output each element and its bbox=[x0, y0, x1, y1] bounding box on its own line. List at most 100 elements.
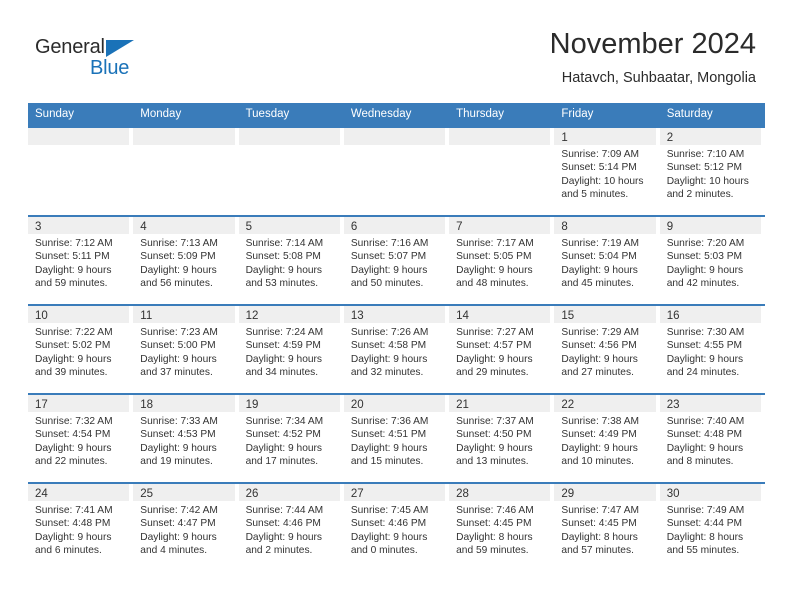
day-cell-26[interactable]: 26 Sunrise: 7:44 AM Sunset: 4:46 PM Dayligh… bbox=[238, 484, 344, 571]
sunrise-line: Sunrise: 7:45 AM bbox=[350, 505, 429, 516]
sunset-line: Sunset: 4:56 PM bbox=[561, 340, 637, 352]
daylight-line-cont: and 34 minutes. bbox=[245, 367, 319, 379]
sunrise-line: Sunrise: 7:44 AM bbox=[245, 505, 324, 516]
daylight-line-cont: and 17 minutes. bbox=[245, 456, 319, 468]
daylight-line: Daylight: 9 hours bbox=[350, 353, 428, 365]
day-cell-empty bbox=[449, 128, 554, 215]
day-cell-6[interactable]: 6 Sunrise: 7:16 AM Sunset: 5:07 PM Daylight… bbox=[343, 217, 449, 304]
day-cell-8[interactable]: 8 Sunrise: 7:19 AM Sunset: 5:04 PM Daylight… bbox=[554, 217, 659, 304]
day-number: 23 bbox=[666, 399, 680, 411]
weekday-header-thursday: Thursday bbox=[456, 108, 505, 120]
day-cell-10[interactable]: 10 Sunrise: 7:22 AM Sunset: 5:02 PM Dayligh… bbox=[28, 306, 133, 393]
daylight-line-cont: and 10 minutes. bbox=[561, 456, 634, 468]
sunrise-line: Sunrise: 7:29 AM bbox=[561, 327, 639, 338]
day-details: Sunrise: 7:13 AM Sunset: 5:09 PM Daylight:… bbox=[133, 234, 234, 291]
day-number: 5 bbox=[245, 221, 252, 233]
sunset-line: Sunset: 4:51 PM bbox=[350, 429, 427, 441]
daylight-line: Daylight: 9 hours bbox=[561, 442, 638, 454]
day-number: 14 bbox=[456, 310, 469, 322]
day-number-band: 18 bbox=[133, 395, 235, 412]
day-details: Sunrise: 7:12 AM Sunset: 5:11 PM Daylight:… bbox=[28, 234, 129, 291]
daylight-line-cont: and 32 minutes. bbox=[350, 367, 424, 379]
day-number: 21 bbox=[456, 399, 469, 411]
day-number-band: 12 bbox=[238, 306, 340, 323]
day-cell-2[interactable]: 2 Sunrise: 7:10 AM Sunset: 5:12 PM Daylight… bbox=[659, 128, 765, 215]
day-number-band: 6 bbox=[343, 217, 446, 234]
daylight-line: Daylight: 9 hours bbox=[140, 442, 217, 454]
daylight-line-cont: and 48 minutes. bbox=[456, 278, 529, 290]
day-cell-1[interactable]: 1 Sunrise: 7:09 AM Sunset: 5:14 PM Daylight… bbox=[554, 128, 659, 215]
day-cell-23[interactable]: 23 Sunrise: 7:40 AM Sunset: 4:48 PM Dayligh… bbox=[659, 395, 765, 482]
sunset-line: Sunset: 4:45 PM bbox=[456, 518, 532, 530]
day-details: Sunrise: 7:14 AM Sunset: 5:08 PM Daylight:… bbox=[239, 234, 340, 291]
day-cell-12[interactable]: 12 Sunrise: 7:24 AM Sunset: 4:59 PM Dayligh… bbox=[238, 306, 344, 393]
sunset-line: Sunset: 4:46 PM bbox=[245, 518, 321, 530]
day-number: 27 bbox=[350, 488, 364, 500]
day-cell-27[interactable]: 27 Sunrise: 7:45 AM Sunset: 4:46 PM Dayligh… bbox=[343, 484, 449, 571]
day-cell-4[interactable]: 4 Sunrise: 7:13 AM Sunset: 5:09 PM Daylight… bbox=[133, 217, 238, 304]
day-number: 15 bbox=[561, 310, 575, 322]
daylight-line: Daylight: 10 hours bbox=[561, 175, 644, 187]
day-number-band: 8 bbox=[554, 217, 656, 234]
day-number-band: 17 bbox=[28, 395, 130, 412]
day-cell-24[interactable]: 24 Sunrise: 7:41 AM Sunset: 4:48 PM Dayligh… bbox=[28, 484, 133, 571]
logo-text-blue: Blue bbox=[90, 57, 130, 79]
sunrise-line: Sunrise: 7:19 AM bbox=[561, 238, 639, 249]
day-number: 25 bbox=[140, 488, 154, 500]
calendar-week-row: 17 Sunrise: 7:32 AM Sunset: 4:54 PM Dayligh… bbox=[28, 393, 765, 482]
day-cell-28[interactable]: 28 Sunrise: 7:46 AM Sunset: 4:45 PM Dayligh… bbox=[449, 484, 554, 571]
generalblue-logo[interactable]: General Blue bbox=[35, 36, 165, 84]
day-number-band: 22 bbox=[554, 395, 656, 412]
daylight-line: Daylight: 9 hours bbox=[140, 531, 217, 543]
day-cell-21[interactable]: 21 Sunrise: 7:37 AM Sunset: 4:50 PM Dayligh… bbox=[449, 395, 554, 482]
weekday-header-wednesday: Wednesday bbox=[350, 108, 412, 120]
day-cell-15[interactable]: 15 Sunrise: 7:29 AM Sunset: 4:56 PM Dayligh… bbox=[554, 306, 659, 393]
day-cell-3[interactable]: 3 Sunrise: 7:12 AM Sunset: 5:11 PM Daylight… bbox=[28, 217, 133, 304]
day-number-band: 1 bbox=[554, 128, 656, 145]
day-cell-19[interactable]: 19 Sunrise: 7:34 AM Sunset: 4:52 PM Dayligh… bbox=[238, 395, 344, 482]
sunset-line: Sunset: 4:50 PM bbox=[456, 429, 532, 441]
day-number-band: 11 bbox=[133, 306, 235, 323]
weekday-header-row: Sunday Monday Tuesday Wednesday Thursday Frid… bbox=[28, 103, 765, 126]
daylight-line: Daylight: 8 hours bbox=[666, 531, 744, 543]
sunrise-line: Sunrise: 7:47 AM bbox=[561, 505, 639, 516]
day-cell-16[interactable]: 16 Sunrise: 7:30 AM Sunset: 4:55 PM Dayligh… bbox=[659, 306, 765, 393]
sunset-line: Sunset: 4:54 PM bbox=[35, 429, 111, 441]
day-cell-18[interactable]: 18 Sunrise: 7:33 AM Sunset: 4:53 PM Dayligh… bbox=[133, 395, 238, 482]
day-number-band: 2 bbox=[659, 128, 761, 145]
daylight-line: Daylight: 9 hours bbox=[666, 353, 744, 365]
day-cell-17[interactable]: 17 Sunrise: 7:32 AM Sunset: 4:54 PM Dayligh… bbox=[28, 395, 133, 482]
day-details: Sunrise: 7:37 AM Sunset: 4:50 PM Daylight:… bbox=[449, 412, 550, 469]
daylight-line: Daylight: 9 hours bbox=[245, 353, 323, 365]
day-details: Sunrise: 7:44 AM Sunset: 4:46 PM Daylight:… bbox=[239, 501, 340, 558]
sunset-line: Sunset: 5:08 PM bbox=[245, 251, 321, 263]
day-number-band bbox=[238, 128, 340, 145]
daylight-line-cont: and 6 minutes. bbox=[35, 545, 102, 557]
day-cell-30[interactable]: 30 Sunrise: 7:49 AM Sunset: 4:44 PM Dayligh… bbox=[659, 484, 765, 571]
day-number-band: 24 bbox=[28, 484, 130, 501]
daylight-line-cont: and 4 minutes. bbox=[140, 545, 208, 557]
day-cell-22[interactable]: 22 Sunrise: 7:38 AM Sunset: 4:49 PM Dayligh… bbox=[554, 395, 659, 482]
daylight-line: Daylight: 9 hours bbox=[140, 264, 217, 276]
day-cell-29[interactable]: 29 Sunrise: 7:47 AM Sunset: 4:45 PM Dayligh… bbox=[554, 484, 659, 571]
day-number: 12 bbox=[245, 310, 259, 322]
daylight-line-cont: and 45 minutes. bbox=[561, 278, 634, 290]
sunrise-line: Sunrise: 7:38 AM bbox=[561, 416, 639, 427]
day-number-band: 21 bbox=[449, 395, 551, 412]
day-cell-13[interactable]: 13 Sunrise: 7:26 AM Sunset: 4:58 PM Dayligh… bbox=[343, 306, 449, 393]
day-cell-7[interactable]: 7 Sunrise: 7:17 AM Sunset: 5:05 PM Daylight… bbox=[449, 217, 554, 304]
day-cell-20[interactable]: 20 Sunrise: 7:36 AM Sunset: 4:51 PM Dayligh… bbox=[343, 395, 449, 482]
sunrise-line: Sunrise: 7:34 AM bbox=[245, 416, 324, 427]
sunset-line: Sunset: 5:00 PM bbox=[140, 340, 216, 352]
day-number: 24 bbox=[35, 488, 48, 500]
day-number: 13 bbox=[350, 310, 364, 322]
day-number: 26 bbox=[245, 488, 259, 500]
day-cell-25[interactable]: 25 Sunrise: 7:42 AM Sunset: 4:47 PM Dayligh… bbox=[133, 484, 238, 571]
sunrise-line: Sunrise: 7:46 AM bbox=[456, 505, 534, 516]
day-cell-5[interactable]: 5 Sunrise: 7:14 AM Sunset: 5:08 PM Daylight… bbox=[238, 217, 344, 304]
day-cell-9[interactable]: 9 Sunrise: 7:20 AM Sunset: 5:03 PM Daylight… bbox=[659, 217, 765, 304]
day-cell-11[interactable]: 11 Sunrise: 7:23 AM Sunset: 5:00 PM Dayligh… bbox=[133, 306, 238, 393]
day-cell-14[interactable]: 14 Sunrise: 7:27 AM Sunset: 4:57 PM Dayligh… bbox=[449, 306, 554, 393]
day-number-band bbox=[133, 128, 235, 145]
day-number: 22 bbox=[561, 399, 575, 411]
